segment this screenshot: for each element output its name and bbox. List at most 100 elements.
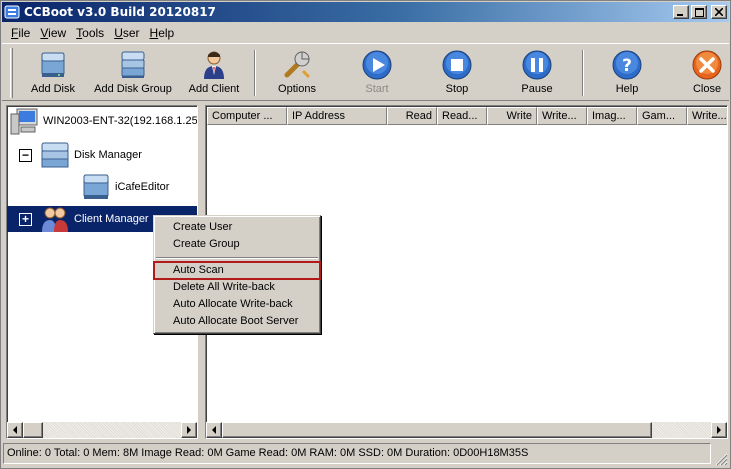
close-window-button[interactable] (711, 5, 727, 19)
minimize-icon (677, 14, 683, 16)
toolbar-grip[interactable] (10, 48, 13, 98)
users-icon (42, 207, 68, 232)
column-header-write-speed[interactable]: Write... (537, 107, 587, 125)
help-button[interactable]: ? Help (596, 44, 658, 100)
column-header-read-speed[interactable]: Read... (437, 107, 487, 125)
scroll-left-button[interactable] (7, 422, 23, 438)
menu-file[interactable]: File (6, 26, 35, 40)
ccboot-app-icon (4, 4, 20, 20)
pause-icon (522, 50, 552, 80)
menu-item-auto-allocate-write-back[interactable]: Auto Allocate Write-back (154, 296, 320, 313)
svg-text:?: ? (622, 56, 632, 76)
menu-tools-label: ools (82, 25, 105, 40)
tree-node-disk-manager[interactable]: − Disk Manager (19, 142, 142, 168)
start-button[interactable]: Start (346, 44, 408, 100)
stop-icon (442, 50, 472, 80)
wrench-icon (284, 51, 311, 79)
scroll-thumb[interactable] (23, 422, 43, 438)
collapse-toggle[interactable]: − (19, 148, 32, 162)
menu-separator (154, 253, 320, 262)
play-icon (362, 50, 392, 80)
stop-button[interactable]: Stop (426, 44, 488, 100)
menu-item-delete-all-write-back[interactable]: Delete All Write-back (154, 279, 320, 296)
add-client-label: Add Client (188, 83, 240, 95)
tree-icafe-editor-label: iCafeEditor (115, 181, 170, 193)
column-header-write-back[interactable]: Write... (687, 107, 727, 125)
scroll-right-button[interactable] (711, 422, 727, 438)
column-header-ip-address[interactable]: IP Address (287, 107, 387, 125)
tree-node-server[interactable]: WIN2003-ENT-32(192.168.1.25 (9, 108, 198, 135)
help-label: Help (615, 83, 639, 95)
maximize-button[interactable] (691, 5, 707, 19)
menu-user[interactable]: User (109, 26, 144, 40)
menu-view-mnemonic: V (40, 25, 49, 40)
menu-view-label: iew (48, 25, 67, 40)
menu-item-auto-allocate-boot-server[interactable]: Auto Allocate Boot Server (154, 313, 320, 330)
tree-client-manager-label: Client Manager (74, 213, 149, 225)
add-disk-button[interactable]: Add Disk (22, 44, 84, 100)
menu-bar: File View Tools User Help (2, 23, 729, 42)
options-label: Options (278, 83, 316, 95)
column-header-computer[interactable]: Computer ... (207, 107, 287, 125)
menu-tools[interactable]: Tools (71, 26, 109, 40)
arrow-right-icon (717, 426, 721, 434)
scroll-right-button[interactable] (181, 422, 197, 438)
context-menu: Create User Create Group Auto Scan Delet… (153, 215, 321, 334)
add-disk-group-button[interactable]: Add Disk Group (90, 44, 176, 100)
toolbar: Add Disk Add Disk Group Add Client Optio… (2, 43, 729, 101)
menu-help-label: elp (158, 25, 175, 40)
menu-item-auto-scan[interactable]: Auto Scan (153, 261, 321, 280)
column-header-read[interactable]: Read (387, 107, 437, 125)
menu-user-label: ser (122, 25, 140, 40)
options-button[interactable]: Options (266, 44, 328, 100)
menu-help[interactable]: Help (145, 26, 180, 40)
status-bar: Online: 0 Total: 0 Mem: 8M Image Read: 0… (3, 443, 711, 464)
add-disk-group-label: Add Disk Group (94, 83, 172, 95)
scroll-left-button[interactable] (206, 422, 222, 438)
pause-label: Pause (521, 83, 553, 95)
close-icon (715, 8, 723, 16)
tree-server-label: WIN2003-ENT-32(192.168.1.25 (43, 115, 198, 127)
disk-icon (41, 52, 65, 77)
column-header-game[interactable]: Gam... (637, 107, 687, 125)
computer-icon (10, 108, 38, 135)
close-label: Close (692, 83, 722, 95)
tree-horizontal-scrollbar[interactable] (7, 422, 197, 438)
menu-item-create-user[interactable]: Create User (154, 219, 320, 236)
list-horizontal-scrollbar[interactable] (206, 422, 727, 438)
column-header-write[interactable]: Write (487, 107, 537, 125)
menu-file-label: ile (18, 25, 31, 40)
arrow-right-icon (187, 426, 191, 434)
menu-help-mnemonic: H (149, 25, 159, 40)
close-button[interactable]: Close (676, 44, 730, 100)
app-window: CCBoot v3.0 Build 20120817 File View Too… (0, 0, 731, 469)
client-user-icon (204, 51, 224, 79)
scroll-thumb[interactable] (222, 422, 652, 438)
help-icon: ? (612, 50, 642, 80)
disk-icon (83, 174, 109, 199)
close-circle-icon (692, 50, 722, 80)
stop-label: Stop (445, 83, 469, 95)
size-grip-icon[interactable] (714, 452, 728, 466)
menu-view[interactable]: View (35, 26, 71, 40)
window-title: CCBoot v3.0 Build 20120817 (24, 5, 216, 19)
disk-manager-icon (41, 142, 69, 168)
expand-toggle[interactable]: + (19, 212, 32, 226)
add-client-button[interactable]: Add Client (182, 44, 246, 100)
column-header-image[interactable]: Imag... (587, 107, 637, 125)
arrow-left-icon (212, 426, 216, 434)
add-disk-label: Add Disk (30, 83, 76, 95)
menu-user-mnemonic: U (114, 25, 123, 40)
start-label: Start (365, 83, 389, 95)
maximize-icon (694, 7, 704, 17)
column-header-row: Computer ... IP Address Read Read... Wri… (207, 107, 727, 125)
disk-group-icon (121, 51, 145, 78)
menu-item-create-group[interactable]: Create Group (154, 236, 320, 253)
tree-node-icafe-editor[interactable]: iCafeEditor (81, 174, 169, 200)
minimize-button[interactable] (673, 5, 689, 19)
tree-disk-manager-label: Disk Manager (74, 149, 142, 161)
pause-button[interactable]: Pause (506, 44, 568, 100)
toolbar-separator (582, 50, 584, 96)
title-bar[interactable]: CCBoot v3.0 Build 20120817 (2, 2, 729, 22)
toolbar-separator (254, 50, 256, 96)
